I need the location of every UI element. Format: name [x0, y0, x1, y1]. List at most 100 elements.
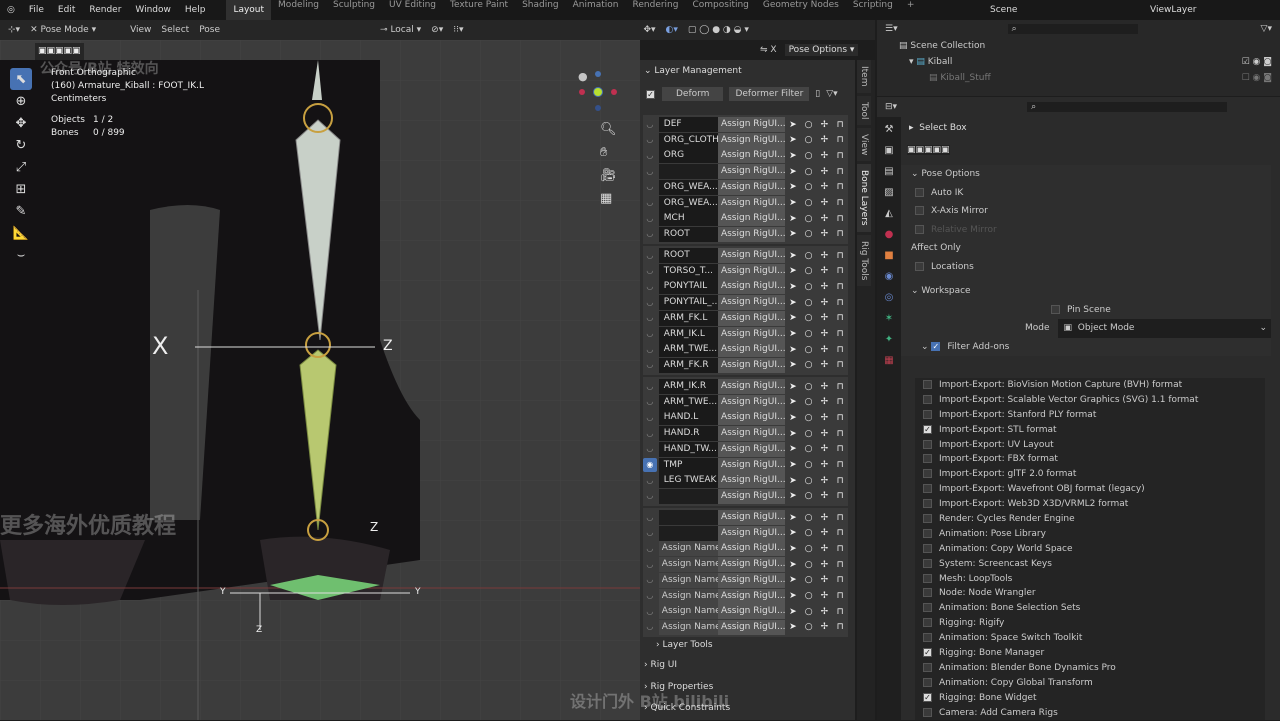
assign-rigui-button[interactable]: Assign RigUI...: [717, 295, 785, 311]
bone-icon[interactable]: ✢: [816, 397, 832, 407]
eye-icon[interactable]: ◡: [643, 211, 657, 226]
assign-rigui-button[interactable]: Assign RigUI...: [717, 410, 785, 426]
addon-checkbox[interactable]: [923, 618, 932, 628]
eye-icon[interactable]: ◡: [643, 180, 657, 195]
overlay-icon[interactable]: ◐▾: [666, 25, 678, 35]
layer-name-field[interactable]: PONYTAIL: [658, 279, 718, 295]
x-axis-mirror-checkbox[interactable]: X-Axis Mirror: [911, 202, 1271, 221]
bone-icon[interactable]: ✢: [816, 251, 832, 261]
addon-item[interactable]: Animation: Copy World Space: [923, 542, 1265, 557]
assign-rigui-button[interactable]: Assign RigUI...: [717, 473, 785, 489]
assign-rigui-button[interactable]: Assign RigUI...: [717, 510, 785, 525]
deselect-icon[interactable]: ○: [801, 120, 817, 130]
layer-name-field[interactable]: ROOT: [658, 226, 718, 242]
lock-icon[interactable]: ⊓: [832, 444, 848, 454]
assign-rigui-button[interactable]: Assign RigUI...: [717, 379, 785, 394]
3d-viewport[interactable]: ● ▣▣▣▣▣ Front Orthographic (160) Armatur…: [0, 40, 640, 720]
display-mode-icon[interactable]: ☰▾: [885, 24, 898, 34]
addon-item[interactable]: System: Screencast Keys: [923, 557, 1265, 572]
addon-checkbox[interactable]: [923, 394, 932, 404]
deselect-icon[interactable]: ○: [801, 513, 817, 523]
layer-name-field[interactable]: ARM_TWE...: [658, 342, 718, 358]
bone-icon[interactable]: ✢: [816, 345, 832, 355]
addon-item[interactable]: Animation: Pose Library: [923, 527, 1265, 542]
addon-checkbox[interactable]: ✓: [923, 424, 932, 434]
lock-icon[interactable]: ⊓: [832, 229, 848, 239]
addon-checkbox[interactable]: [923, 707, 932, 717]
lock-icon[interactable]: ⊓: [832, 329, 848, 339]
addon-checkbox[interactable]: [923, 380, 932, 389]
lock-icon[interactable]: ⊓: [832, 151, 848, 161]
physics-icon[interactable]: ◎: [881, 290, 897, 306]
layer-name-field[interactable]: Assign Name: [658, 588, 718, 604]
deselect-icon[interactable]: ○: [801, 622, 817, 632]
deselect-icon[interactable]: ○: [801, 397, 817, 407]
pivot-icon[interactable]: ⊘▾: [431, 25, 443, 35]
lock-icon[interactable]: ⊓: [832, 214, 848, 224]
select-icon[interactable]: ➤: [785, 607, 801, 617]
deselect-icon[interactable]: ○: [801, 591, 817, 601]
select-icon[interactable]: ➤: [785, 397, 801, 407]
layer-name-field[interactable]: [658, 525, 718, 541]
addon-checkbox[interactable]: [923, 543, 932, 553]
menu-help[interactable]: Help: [178, 5, 213, 15]
layer-name-field[interactable]: TMP: [658, 457, 718, 473]
bone-icon[interactable]: ✢: [816, 491, 832, 501]
view-layer-icon[interactable]: ▨: [881, 185, 897, 201]
assign-rigui-button[interactable]: Assign RigUI...: [717, 248, 785, 263]
lock-icon[interactable]: ⊓: [832, 607, 848, 617]
addon-item[interactable]: Import-Export: Stanford PLY format: [923, 408, 1265, 423]
eye-icon[interactable]: ◡: [643, 295, 657, 310]
eye-icon[interactable]: ◡: [643, 620, 657, 635]
bone-icon[interactable]: ✢: [816, 266, 832, 276]
rotate-tool[interactable]: ↻: [10, 134, 32, 156]
locations-checkbox[interactable]: Locations: [911, 258, 1271, 277]
assign-rigui-button[interactable]: Assign RigUI...: [717, 179, 785, 195]
layer-name-field[interactable]: HAND.L: [658, 410, 718, 426]
assign-rigui-button[interactable]: Assign RigUI...: [717, 488, 785, 504]
lock-icon[interactable]: ⊓: [832, 382, 848, 392]
assign-rigui-button[interactable]: Assign RigUI...: [717, 457, 785, 473]
addon-checkbox[interactable]: [923, 409, 932, 419]
mode-selector[interactable]: ✕ Pose Mode ▾: [30, 25, 120, 35]
addon-item[interactable]: Animation: Copy Global Transform: [923, 676, 1265, 691]
select-box-tool[interactable]: ⬉: [10, 68, 32, 90]
scene-selector[interactable]: Scene: [990, 5, 1017, 15]
addon-checkbox[interactable]: [923, 499, 932, 509]
shading-icons[interactable]: ▢ ◯ ● ◑ ◒ ▾: [688, 25, 749, 35]
eye-icon[interactable]: ◡: [643, 148, 657, 163]
render-icon[interactable]: ▣: [881, 143, 897, 159]
deselect-icon[interactable]: ○: [801, 429, 817, 439]
deselect-icon[interactable]: ○: [801, 575, 817, 585]
tab-workspace[interactable]: Scripting: [846, 0, 900, 20]
tab-bone-layers[interactable]: Bone Layers: [857, 164, 871, 232]
blender-logo-icon[interactable]: ◎: [0, 5, 22, 15]
lock-icon[interactable]: ⊓: [832, 413, 848, 423]
addon-checkbox[interactable]: ✓: [923, 692, 932, 702]
addon-item[interactable]: ✓ Rigging: Bone Widget: [923, 691, 1265, 706]
select-icon[interactable]: ➤: [785, 460, 801, 470]
deselect-icon[interactable]: ○: [801, 214, 817, 224]
tab-item[interactable]: Item: [857, 60, 871, 93]
eye-icon[interactable]: ◡: [643, 473, 657, 488]
deselect-icon[interactable]: ○: [801, 491, 817, 501]
select-icon[interactable]: ➤: [785, 345, 801, 355]
addon-checkbox[interactable]: [923, 573, 932, 583]
lock-icon[interactable]: ⊓: [832, 575, 848, 585]
assign-rigui-button[interactable]: Assign RigUI...: [717, 604, 785, 620]
eye-icon[interactable]: ◡: [643, 526, 657, 541]
bone-icon[interactable]: ✢: [816, 229, 832, 239]
eye-icon[interactable]: ◡: [643, 426, 657, 441]
lock-icon[interactable]: ⊓: [832, 167, 848, 177]
collection-kiball-stuff[interactable]: ▤ Kiball_Stuff ☐ ◉ ◙: [899, 70, 1280, 86]
layer-management-header[interactable]: ⌄ Layer Management: [644, 66, 742, 76]
deselect-icon[interactable]: ○: [801, 313, 817, 323]
properties-search[interactable]: ⌕: [1027, 102, 1228, 112]
addon-item[interactable]: Import-Export: Web3D X3D/VRML2 format: [923, 497, 1265, 512]
pose-options-dropdown[interactable]: Pose Options ▾: [784, 44, 859, 56]
tab-workspace[interactable]: Texture Paint: [443, 0, 515, 20]
addon-item[interactable]: Import-Export: UV Layout: [923, 438, 1265, 453]
addon-checkbox[interactable]: ✓: [923, 648, 932, 658]
bone-icon[interactable]: ✢: [816, 360, 832, 370]
mirror-icon[interactable]: ⇋ X: [760, 45, 777, 55]
